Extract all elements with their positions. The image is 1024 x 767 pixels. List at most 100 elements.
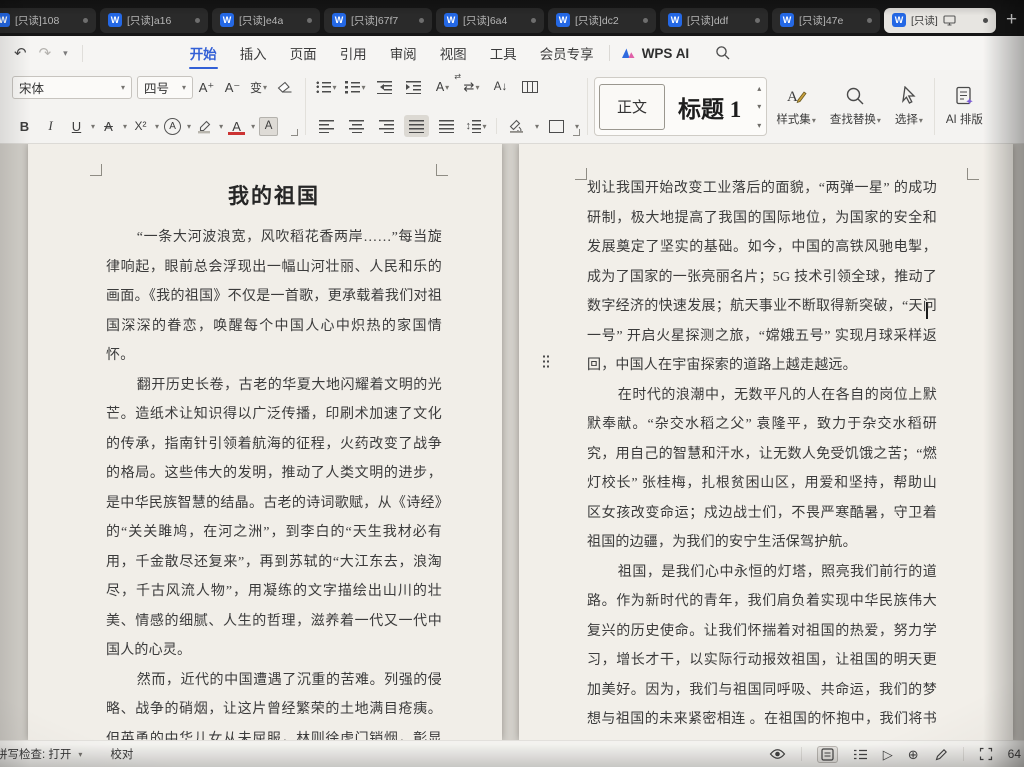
document-tab-3[interactable]: W [只读]e4a xyxy=(212,8,320,33)
line-spacing-button[interactable]: ▾ xyxy=(464,115,489,137)
align-center-button[interactable] xyxy=(344,115,369,137)
strikethrough-button[interactable]: A xyxy=(96,115,121,137)
superscript-button[interactable]: X² xyxy=(128,115,153,137)
sort-button[interactable]: A↓ xyxy=(488,76,513,98)
menu-item-5[interactable]: 审阅 xyxy=(387,37,420,69)
distribute-icon xyxy=(439,120,454,133)
text-tool-button[interactable]: A▾ xyxy=(430,76,455,98)
document-paragraph[interactable]: 然而，近代的中国遭遇了沉重的苦难。列强的侵略、战争的硝烟，让这片曾经繁荣的土地满… xyxy=(106,666,442,741)
case-change-button[interactable]: 变▾ xyxy=(246,77,271,99)
document-paragraph[interactable]: 翻开历史长卷，古老的华夏大地闪耀着文明的光芒。造纸术让知识得以广泛传播，印刷术加… xyxy=(106,371,442,666)
document-tab-7[interactable]: W [只读]ddf xyxy=(660,8,768,33)
undo-icon[interactable]: ↶ xyxy=(14,44,27,62)
distribute-button[interactable] xyxy=(434,115,459,137)
align-right-button[interactable] xyxy=(374,115,399,137)
document-tab-6[interactable]: W [只读]dc2 xyxy=(548,8,656,33)
play-slideshow-icon[interactable]: ▷ xyxy=(883,748,893,761)
document-paragraph[interactable]: 划让我国开始改变工业落后的面貌，“两弹一星” 的成功研制，极大地提高了我国的国际… xyxy=(587,174,937,381)
document-tab-2[interactable]: W [只读]a16 xyxy=(100,8,208,33)
tab-grid-button[interactable] xyxy=(517,76,542,98)
menu-item-4[interactable]: 引用 xyxy=(337,37,370,69)
page-view-icon[interactable] xyxy=(817,746,838,763)
style-gallery-more-icon[interactable]: ▾ xyxy=(757,121,761,130)
document-paragraph[interactable]: 在时代的浪潮中，无数平凡的人在各自的岗位上默默奉献。“杂交水稻之父” 袁隆平，致… xyxy=(587,381,937,558)
align-left-button[interactable] xyxy=(314,115,339,137)
search-icon[interactable] xyxy=(715,45,731,61)
decrease-indent-button[interactable] xyxy=(372,76,397,98)
new-tab-button[interactable]: + xyxy=(998,9,1024,31)
wps-writer-icon: W xyxy=(444,13,458,27)
numbered-list-button[interactable]: ▾ xyxy=(343,76,368,98)
style-body-text[interactable]: 正文 xyxy=(599,84,665,130)
document-tab-1[interactable]: W [只读]108 xyxy=(0,8,96,33)
italic-button[interactable]: I xyxy=(38,115,63,137)
spell-check-chevron-icon[interactable]: ▾ xyxy=(78,750,82,759)
read-mode-icon[interactable] xyxy=(769,747,786,761)
ai-layout-button[interactable]: AI 排版 xyxy=(939,73,990,140)
paragraph-drag-handle[interactable] xyxy=(542,354,550,369)
tab-unsaved-dot[interactable] xyxy=(195,18,200,23)
increase-indent-button[interactable] xyxy=(401,76,426,98)
proofread-button[interactable]: 校对 xyxy=(110,746,133,762)
tab-unsaved-dot[interactable] xyxy=(755,18,760,23)
document-tab-5[interactable]: W [只读]6a4 xyxy=(436,8,544,33)
font-size-select[interactable]: 四号▾ xyxy=(137,76,193,99)
spell-check-status[interactable]: 拼写检查: 打开 xyxy=(0,746,71,762)
numbered-list-icon xyxy=(345,81,360,94)
tab-unsaved-dot[interactable] xyxy=(307,18,312,23)
document-tab-4[interactable]: W [只读]67f7 xyxy=(324,8,432,33)
find-replace-button[interactable]: 查找替换▾ xyxy=(823,73,888,140)
menu-item-3[interactable]: 页面 xyxy=(287,37,320,69)
tab-unsaved-dot[interactable] xyxy=(867,18,872,23)
outline-view-icon[interactable] xyxy=(853,748,868,761)
tab-title: [只读]ddf xyxy=(687,13,728,28)
menu-item-1[interactable]: 开始 xyxy=(187,37,220,69)
style-gallery-down-icon[interactable]: ▾ xyxy=(757,102,761,111)
tab-unsaved-dot[interactable] xyxy=(531,18,536,23)
tab-unsaved-dot[interactable] xyxy=(83,18,88,23)
text-effects-button[interactable]: A xyxy=(160,115,185,137)
history-chevron-icon[interactable]: ▾ xyxy=(63,48,68,59)
select-button[interactable]: 选择▾ xyxy=(888,73,930,140)
style-heading1[interactable]: 标题 1 xyxy=(665,90,754,124)
document-paragraph[interactable]: “一条大河波浪宽，风吹稻花香两岸……”每当旋律响起，眼前总会浮现出一幅山河壮丽、… xyxy=(106,223,442,371)
cjk-layout-button[interactable]: ⇄▾ xyxy=(459,76,484,98)
menu-item-8[interactable]: 会员专享 xyxy=(537,37,597,69)
style-gallery-up-icon[interactable]: ▴ xyxy=(757,84,761,93)
bold-button[interactable]: B xyxy=(12,115,37,137)
font-name-select[interactable]: 宋体▾ xyxy=(12,76,132,99)
edit-mode-pen-icon[interactable] xyxy=(934,747,948,761)
bullet-list-button[interactable]: ▾ xyxy=(314,76,339,98)
justify-button[interactable] xyxy=(404,115,429,137)
document-paragraph[interactable]: 祖国，是我们心中永恒的灯塔，照亮我们前行的道路。作为新时代的青年，我们肩负着实现… xyxy=(587,558,937,741)
crop-mark xyxy=(967,168,979,180)
web-layout-icon[interactable]: ⊕ xyxy=(908,748,919,761)
paragraph-dialog-launcher-icon[interactable] xyxy=(573,129,580,136)
font-dialog-launcher-icon[interactable] xyxy=(291,129,298,136)
clear-format-button[interactable] xyxy=(272,77,297,99)
underline-button[interactable]: U xyxy=(64,115,89,137)
menu-item-7[interactable]: 工具 xyxy=(487,37,520,69)
menu-item-6[interactable]: 视图 xyxy=(437,37,470,69)
font-color-button[interactable]: A xyxy=(224,115,249,137)
document-tab-9[interactable]: W [只读] xyxy=(884,8,996,33)
page-title[interactable]: 我的祖国 xyxy=(106,180,442,210)
highlight-button[interactable] xyxy=(192,115,217,137)
redo-icon[interactable]: ↷ xyxy=(39,44,52,62)
document-tab-8[interactable]: W [只读]47e xyxy=(772,8,880,33)
grow-font-button[interactable]: A⁺ xyxy=(194,77,219,99)
tab-unsaved-dot[interactable] xyxy=(643,18,648,23)
shrink-font-button[interactable]: A⁻ xyxy=(220,77,245,99)
char-shading-button[interactable]: A xyxy=(256,115,281,137)
menu-item-2[interactable]: 插入 xyxy=(237,37,270,69)
tab-list: W [只读]108 W [只读]a16 W [只读]e4a W [只读]67f7… xyxy=(0,8,998,33)
border-button[interactable] xyxy=(544,115,569,137)
fullscreen-icon[interactable] xyxy=(979,747,993,761)
tab-unsaved-dot[interactable] xyxy=(419,18,424,23)
zoom-level[interactable]: 64 xyxy=(1008,747,1021,761)
wps-ai-button[interactable]: WPS AI xyxy=(622,46,690,61)
divider xyxy=(305,78,306,135)
shading-button[interactable] xyxy=(504,115,529,137)
tab-unsaved-dot[interactable] xyxy=(983,18,988,23)
style-set-button[interactable]: A 样式集▾ xyxy=(769,73,823,140)
